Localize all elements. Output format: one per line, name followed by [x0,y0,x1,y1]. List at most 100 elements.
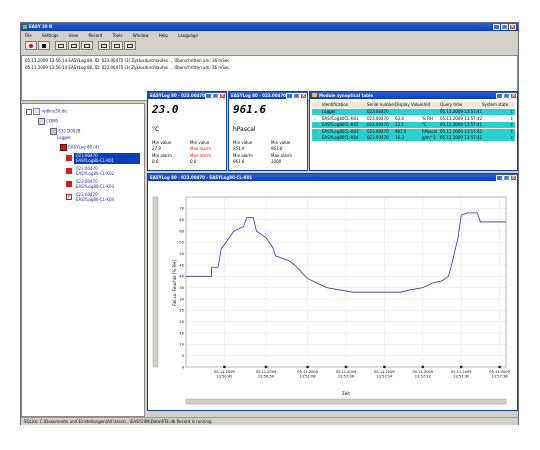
minimize-button[interactable]: _ [493,24,500,30]
panel-title: EASYLog 80 - 023.00470 ... [231,93,292,98]
vertical-scrollbar[interactable] [152,196,159,368]
panel-minimize-button[interactable]: _ [205,93,212,99]
value-panel-pressure: EASYLog 80 - 023.00470 ... _ □ × 961.6 h… [228,91,308,171]
menu-view[interactable]: View [69,33,79,38]
table-cell: 05.11.2009 13:57:41 [440,135,483,140]
tree-com[interactable]: COM5 [38,118,58,125]
close-button[interactable]: × [509,24,516,30]
x-tick-label: 13:50:42 [216,375,232,379]
panel-minimize-button[interactable]: _ [496,175,503,181]
tree-logger[interactable]: EASYLog 80 (4) [60,144,99,151]
tree-device[interactable]: S32 D0028 Logger [50,128,80,140]
table-cell: 023.00470 [367,135,389,140]
table-row[interactable]: ✓ EASYLog80CL-K03 023.00470 961.6 hPascal 05.… [312,128,515,135]
table-row[interactable]: ✓ EASYLog80CL-K04 023.00470 16.3 g/m^3 05.11.… [312,135,515,141]
app-icon [23,25,27,29]
maximize-button[interactable]: □ [501,24,508,30]
table-header-row: Identification Serial number Display Val… [312,102,515,108]
toolbar-view4-button[interactable] [98,41,110,50]
tree-root[interactable]: redline50.dic [26,108,68,115]
tree-channel-selected[interactable]: 023.00470 EASYLog80-CL-K01 [66,153,140,164]
x-tick-label: 13:57:30 [453,375,470,379]
tree-channel[interactable]: ? 023.00470 EASYLog80-CL-K04 [66,192,140,203]
column-header[interactable]: Identification [322,102,348,108]
panel-close-button[interactable]: × [510,93,517,99]
menu-tools[interactable]: Tools [113,33,123,38]
table-cell: 023.00470 [367,128,389,134]
x-tick-marker [223,365,226,369]
column-header[interactable]: Display Value [395,102,422,108]
x-tick-label: 13:57:14 [376,375,393,379]
table-cell: 05.11.2009 13:57:42 [440,115,483,121]
panel-maximize-button[interactable]: □ [212,93,219,99]
warning-icon: ⚠ [314,109,318,114]
column-header[interactable]: Serial number [367,102,395,108]
window-icon [101,44,107,48]
check-icon: ✓ [314,122,318,127]
table-cell: 05.11.2009 13:57:41 [440,109,483,114]
toolbar-view2-button[interactable] [68,41,80,50]
x-tick-marker [306,365,309,369]
y-tick-label: 65 [179,218,184,222]
table-row[interactable]: ✓ EASYLog80CL-K02 023.00470 23.1 °C 05.11.200… [312,122,515,128]
table-cell: 63.4 [395,115,404,121]
table-row[interactable]: ✓ EASYLog80CL-K01 023.00470 63.4 % RH 05.11.2… [312,115,515,122]
toolbar-view1-button[interactable] [55,41,67,50]
module-table: Identification Serial number Display Val… [312,102,515,142]
table-cell: °C [422,122,427,127]
y-tick-label: 30 [179,297,184,301]
row-sort-icon[interactable]: ⇕ [510,116,513,122]
toolbar-view3-button[interactable] [81,41,93,50]
y-tick-label: 45 [179,263,184,267]
y-tick-label: 15 [179,331,184,335]
panel-maximize-button[interactable]: □ [503,175,510,181]
status-bar: SQLite: C:\Dokumente und Einstellungen\A… [21,417,518,425]
panel-maximize-button[interactable]: □ [503,93,510,99]
x-tick-label: 13:57:22 [415,375,431,379]
channel-name: EASYLog80-CL-K02 [76,171,115,176]
column-header[interactable]: System state [482,102,508,108]
max-value-label: Min value [271,140,291,145]
tree-channel[interactable]: 023.00470 EASYLog80-CL-K03 [66,179,140,190]
x-tick-label: 05.11.2009 [451,370,472,374]
menu-help[interactable]: Help [159,33,168,38]
table-row[interactable]: ⚠ Logger 023.00470 05.11.2009 13:57:41 ⇕ [312,109,515,115]
row-sort-icon[interactable]: ⇕ [510,129,513,135]
max-alarm-label: Max alarm [271,153,293,158]
column-header[interactable]: Query time [440,102,462,108]
panel-maximize-button[interactable]: □ [293,93,300,99]
menu-language[interactable]: Language [178,33,198,38]
x-axis-label: Zeit [342,391,350,396]
toolbar [25,41,145,51]
x-tick-marker [421,365,424,369]
x-tick-marker [498,365,501,369]
menu-file[interactable]: File [25,33,32,38]
toolbar-view5-button[interactable] [111,41,123,50]
toolbar-view6-button[interactable] [124,41,136,50]
device-tree: redline50.dic COM5 S32 D0028 Logger EASY… [21,103,145,417]
channel-unknown-icon: ? [66,194,72,200]
stop-button[interactable] [38,41,50,50]
panel-close-button[interactable]: × [219,93,226,99]
panel-title-bar: EASYLog 80 - 023.00470 - EASYLog80-CL-K0… [148,174,517,181]
min-value-label: Min value [152,140,172,145]
table-cell: 16.3 [395,135,404,140]
menu-window[interactable]: Window [133,33,149,38]
column-header[interactable]: Unit [422,102,430,108]
x-tick-marker [344,365,348,369]
row-sort-icon[interactable]: ⇕ [510,135,513,141]
current-value: 961.6 [233,103,267,116]
panel-minimize-button[interactable]: _ [286,93,293,99]
menu-settings[interactable]: Settings [42,33,58,38]
menu-record[interactable]: Record [88,33,102,38]
x-tick-marker [264,365,268,369]
row-sort-icon[interactable]: ⇕ [510,109,513,115]
x-tick-label: 05.11.2009 [256,370,277,374]
tree-channel[interactable]: 023.00470 EASYLog80-CL-K02 [66,166,140,177]
panel-close-button[interactable]: × [510,175,517,181]
horizontal-scrollbar[interactable] [185,398,507,405]
row-sort-icon[interactable]: ⇕ [510,122,513,128]
panel-close-button[interactable]: × [300,93,307,99]
panel-minimize-button[interactable]: _ [496,93,503,99]
record-button[interactable] [25,41,37,50]
